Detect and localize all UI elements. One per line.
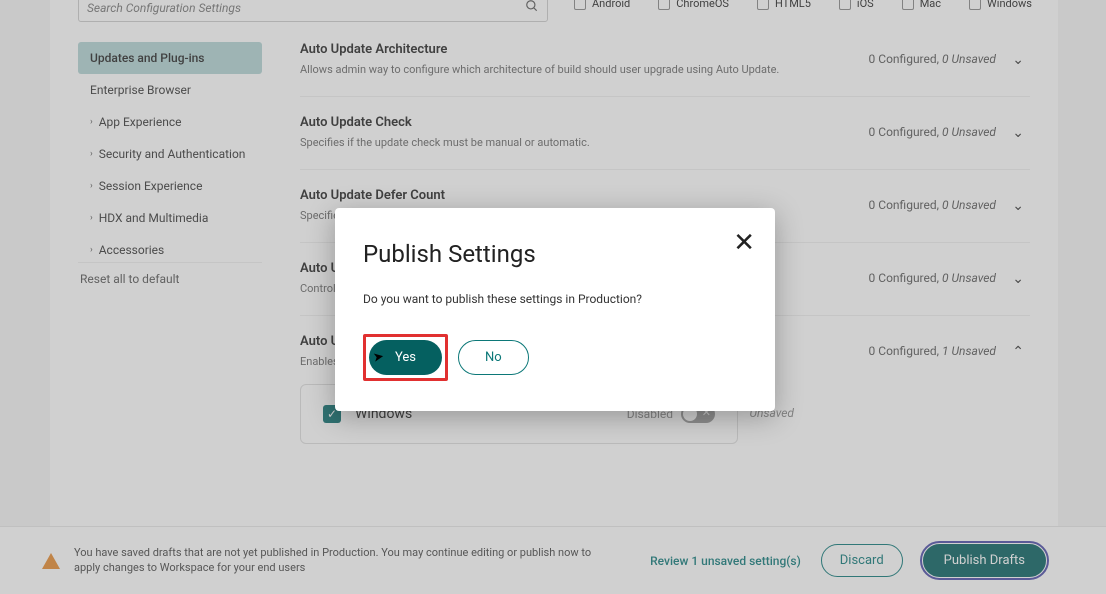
dialog-title: Publish Settings [363, 240, 747, 268]
dialog-body: Do you want to publish these settings in… [363, 292, 747, 306]
close-icon[interactable]: ✕ [733, 230, 755, 256]
dialog-actions: Yes No [363, 334, 747, 381]
no-button[interactable]: No [458, 340, 529, 375]
publish-settings-dialog: ✕ Publish Settings Do you want to publis… [335, 208, 775, 411]
cursor-icon: ➤ [372, 349, 385, 366]
